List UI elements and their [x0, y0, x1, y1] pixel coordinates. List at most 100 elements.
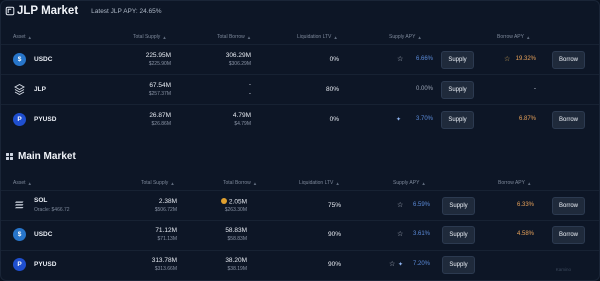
liquidation-ltv: 0%: [329, 116, 339, 123]
sort-icon: ▲: [162, 34, 167, 40]
sol-icon: [13, 198, 26, 211]
latest-jlp-apy: Latest JLP APY: 24.65%: [91, 7, 162, 15]
main-market-title: Main Market: [18, 150, 76, 162]
total-supply-usd: $225.90M: [148, 61, 171, 67]
total-supply: 67.54M: [149, 82, 171, 89]
liquidation-ltv: 0%: [329, 56, 339, 63]
supply-button[interactable]: Supply: [441, 81, 474, 99]
col-total-borrow[interactable]: Total Borrow ▲: [217, 32, 251, 42]
supply-button[interactable]: Supply: [442, 197, 475, 215]
sort-icon: ▲: [170, 180, 175, 186]
total-supply-usd: $257.37M: [148, 91, 171, 97]
liquidation-ltv: 80%: [325, 86, 339, 93]
jlp-logo-icon: [5, 6, 15, 16]
col-supply-apy[interactable]: Supply APY ▲: [389, 32, 422, 42]
supply-apy: 3.61%: [412, 231, 430, 237]
supply-apy: 0.00%: [415, 86, 433, 92]
sort-icon: ▲: [27, 34, 32, 40]
supply-apy: 6.59%: [412, 202, 430, 208]
capacity-icon: [220, 198, 227, 204]
borrow-button[interactable]: Borrow: [552, 197, 585, 215]
total-supply: 225.95M: [145, 52, 171, 59]
supply-apy: 3.70%: [415, 116, 433, 122]
sort-icon: ▲: [27, 180, 32, 186]
oracle-price: Oracle: $466.72: [34, 207, 70, 213]
borrow-apy: 6.87%: [518, 116, 536, 122]
total-borrow: 4.79M: [232, 112, 251, 119]
liquidation-ltv: 90%: [327, 231, 341, 238]
col-supply-apy[interactable]: Supply APY ▲: [393, 178, 426, 188]
divider: [1, 44, 599, 45]
supply-button[interactable]: Supply: [441, 51, 474, 69]
total-borrow-usd: $58.83M: [227, 236, 247, 242]
col-liquidation-ltv[interactable]: Liquidation LTV ▲: [297, 32, 338, 42]
sort-icon: ▲: [333, 34, 338, 40]
borrow-button[interactable]: Borrow: [552, 226, 585, 244]
sort-icon: ▲: [421, 180, 426, 186]
watermark: Kamino: [555, 267, 571, 272]
sort-icon: ▲: [526, 180, 532, 186]
col-total-supply[interactable]: Total Supply ▲: [133, 32, 167, 42]
total-supply: 2.38M: [158, 198, 177, 205]
pyusd-icon: P: [13, 258, 26, 271]
total-supply: 313.78M: [151, 257, 177, 264]
asset-name: JLP: [34, 86, 46, 93]
total-supply: 26.87M: [149, 112, 171, 119]
borrow-apy: -: [533, 85, 536, 92]
col-liquidation-ltv[interactable]: Liquidation LTV ▲: [299, 178, 340, 188]
supply-button[interactable]: Supply: [442, 226, 475, 244]
total-borrow: 38.20M: [225, 257, 247, 264]
total-supply: 71.12M: [155, 227, 177, 234]
jlp-market-header: JLP Market Latest JLP APY: 24.65%: [5, 3, 162, 19]
usdc-icon: $: [13, 228, 26, 241]
col-asset[interactable]: Asset ▲: [13, 178, 32, 188]
markets-panel: JLP Market Latest JLP APY: 24.65% Asset ▲…: [0, 0, 600, 281]
divider: [1, 104, 599, 105]
supply-button[interactable]: Supply: [442, 256, 475, 274]
borrow-apy: 6.33%: [516, 202, 534, 208]
liquidation-ltv: 90%: [327, 261, 341, 268]
sort-icon: ▲: [335, 180, 340, 186]
total-borrow-usd: $263.30M: [224, 207, 247, 213]
jlp-market-title: JLP Market: [17, 5, 79, 17]
col-borrow-apy[interactable]: Borrow APY ▲: [497, 32, 530, 42]
supply-button[interactable]: Supply: [441, 111, 474, 129]
sparkle-icon: ✦: [396, 117, 402, 123]
borrow-button[interactable]: Borrow: [552, 111, 585, 129]
divider: [1, 74, 599, 75]
divider: [1, 190, 599, 191]
total-borrow: 306.29M: [225, 52, 251, 59]
asset-name: PYUSD: [34, 261, 57, 268]
main-market-header: Main Market: [5, 148, 76, 164]
col-total-borrow[interactable]: Total Borrow ▲: [223, 178, 257, 188]
supply-apy: 6.66%: [415, 56, 433, 62]
total-supply-usd: $313.66M: [154, 266, 177, 272]
total-borrow-usd: $4.79M: [234, 121, 251, 127]
asset-name: USDC: [34, 56, 53, 63]
total-borrow: -: [248, 81, 251, 88]
col-total-supply[interactable]: Total Supply ▲: [141, 178, 175, 188]
borrow-button[interactable]: Borrow: [552, 51, 585, 69]
grid-icon: [6, 152, 13, 160]
sort-icon: ▲: [252, 180, 258, 186]
sort-icon: ▲: [246, 34, 252, 40]
borrow-apy: 4.58%: [516, 231, 534, 237]
divider: [1, 250, 599, 251]
col-asset[interactable]: Asset ▲: [13, 32, 32, 42]
sort-icon: ▲: [417, 34, 422, 40]
asset-name: USDC: [34, 231, 53, 238]
borrow-apy: 19.32%: [515, 56, 536, 62]
divider: [1, 220, 599, 221]
liquidation-ltv: 75%: [327, 202, 341, 209]
usdc-icon: $: [13, 53, 26, 66]
pyusd-icon: P: [13, 113, 26, 126]
total-supply-usd: $71.13M: [157, 236, 177, 242]
sparkle-icon: ✦: [398, 262, 404, 268]
asset-name: SOL: [34, 197, 48, 204]
jlp-asset-icon: [13, 83, 26, 96]
total-borrow: 58.83M: [225, 227, 247, 234]
total-borrow-usd: $306.29M: [228, 61, 251, 67]
total-borrow: 2.05M: [197, 198, 247, 206]
col-borrow-apy[interactable]: Borrow APY ▲: [498, 178, 531, 188]
sort-icon: ▲: [525, 34, 531, 40]
